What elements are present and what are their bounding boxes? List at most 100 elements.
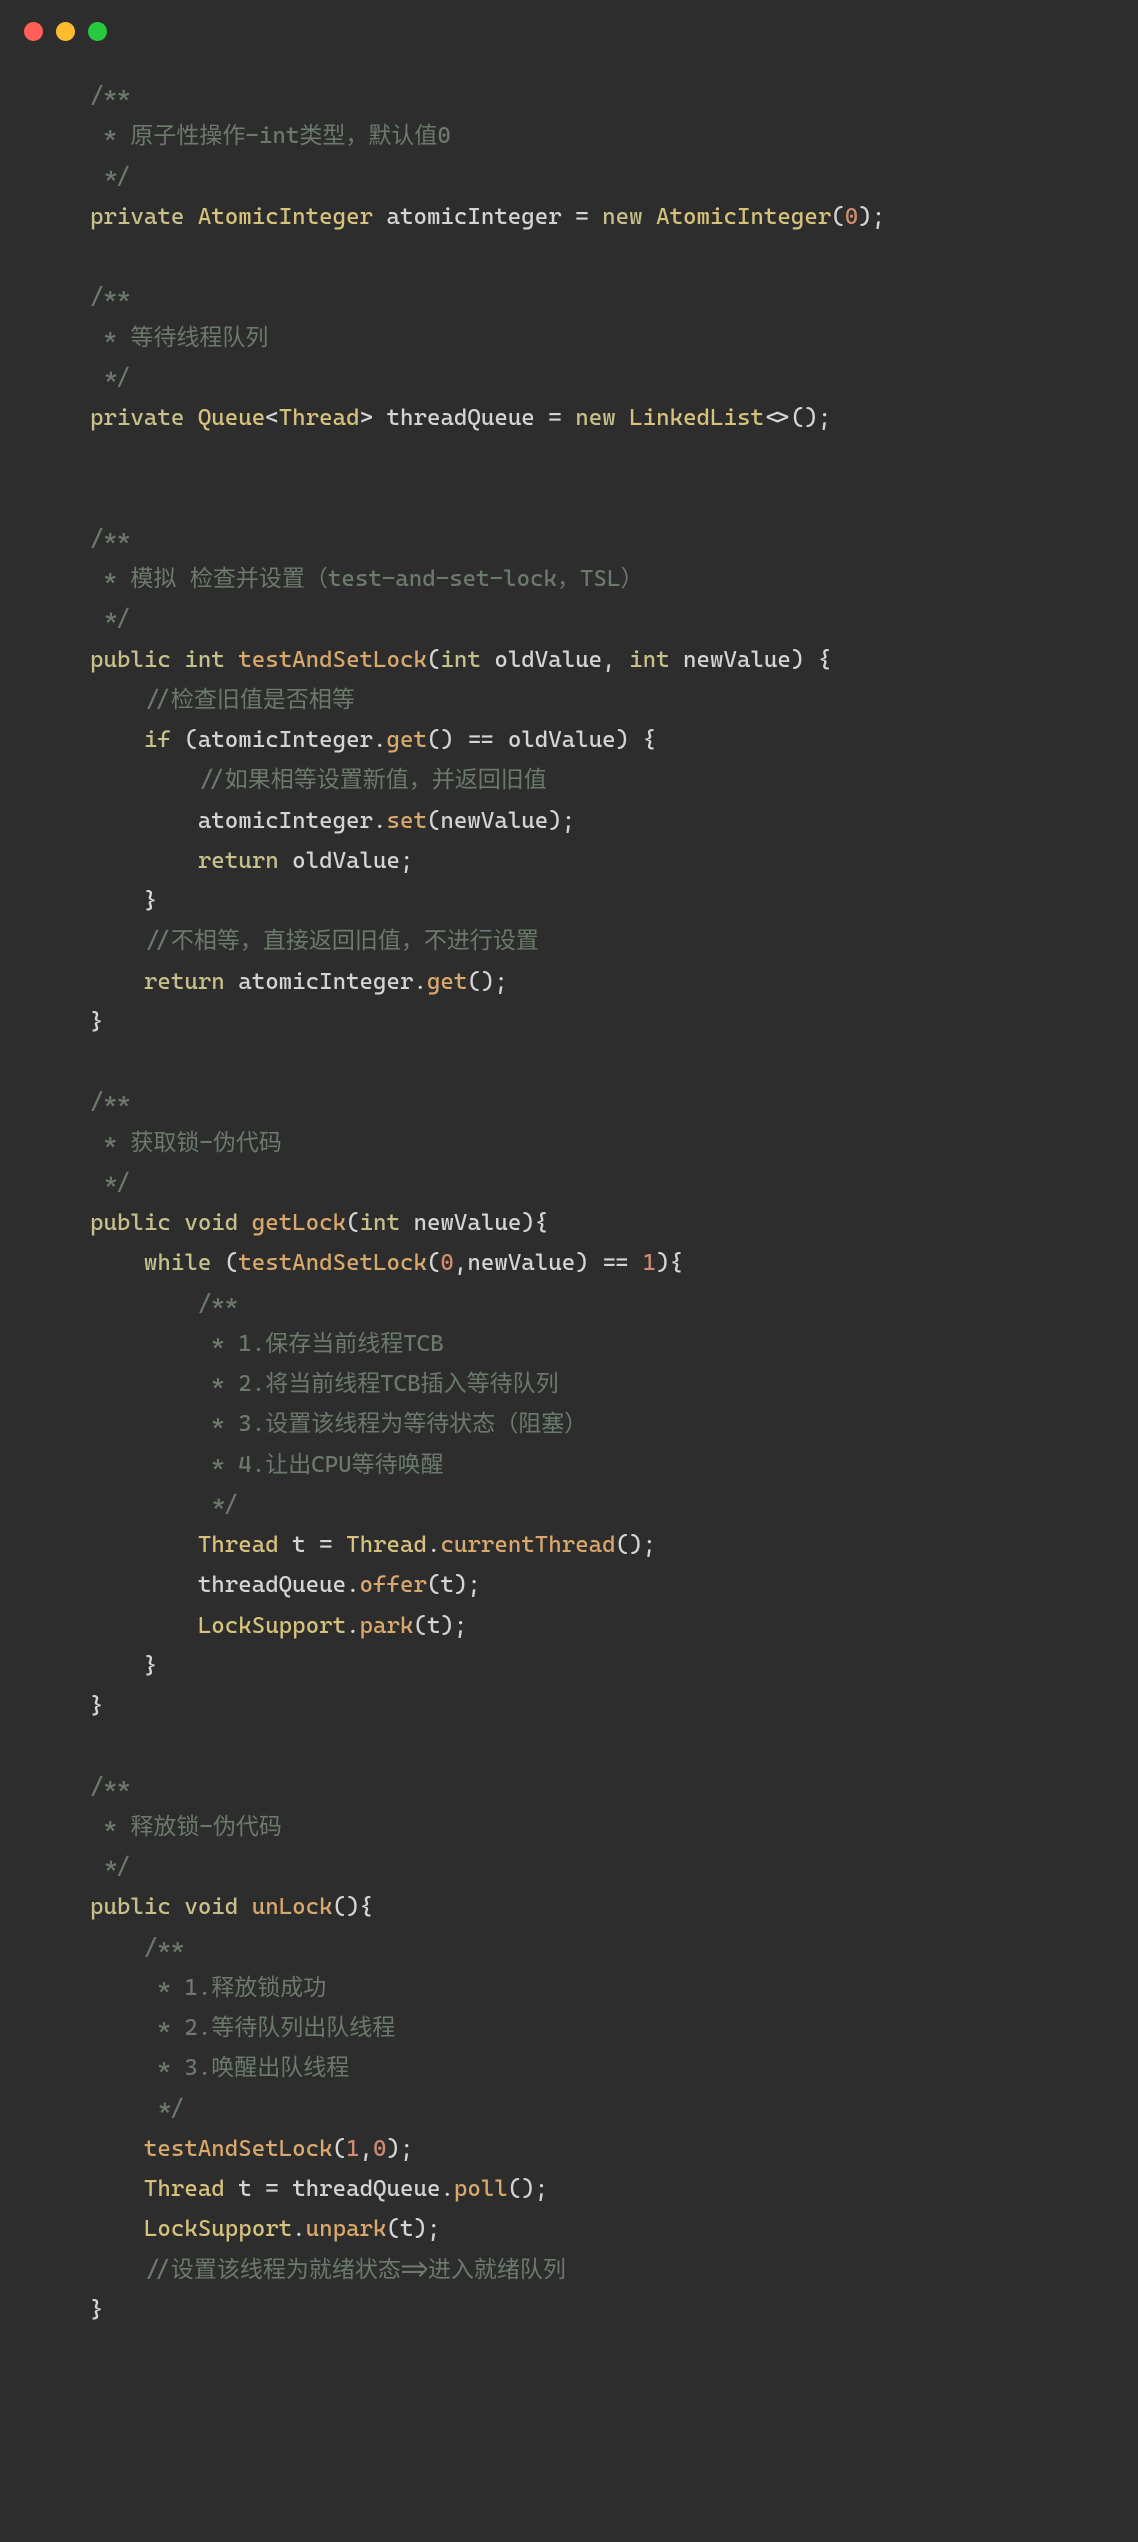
comment-line: * 2.等待队列出队线程: [90, 2015, 395, 2041]
type: Thread: [198, 1532, 279, 1558]
keyword: int: [360, 1210, 400, 1236]
generic-type: Thread: [279, 405, 360, 431]
comment-line: /**: [90, 1291, 238, 1317]
paren: (: [184, 727, 197, 753]
brace: }: [90, 888, 157, 914]
method-name: testAndSetLock: [238, 647, 427, 673]
paren: );: [387, 2136, 414, 2162]
paren: ();: [467, 969, 507, 995]
keyword: new: [575, 405, 615, 431]
keyword: int: [184, 647, 224, 673]
dot: .: [346, 1572, 359, 1598]
paren: (: [427, 647, 440, 673]
keyword: while: [144, 1250, 211, 1276]
paren: ();: [791, 405, 831, 431]
paren: (: [413, 1613, 426, 1639]
dot: .: [292, 2216, 305, 2242]
identifier: atomicInteger: [387, 204, 562, 230]
keyword: new: [602, 204, 642, 230]
type: Thread: [144, 2176, 225, 2202]
paren: (){: [333, 1894, 373, 1920]
identifier: threadQueue: [292, 2176, 440, 2202]
comma: ,: [454, 1250, 467, 1276]
paren: (: [225, 1250, 238, 1276]
keyword: private: [90, 405, 184, 431]
number: 0: [845, 204, 858, 230]
dot: .: [346, 1613, 359, 1639]
paren: (: [387, 2216, 400, 2242]
comment-line: * 1.保存当前线程TCB: [90, 1331, 444, 1357]
traffic-lights: [24, 22, 107, 41]
identifier: newValue: [467, 1250, 575, 1276]
comment-line: */: [90, 365, 130, 391]
dot: .: [427, 1532, 440, 1558]
keyword: return: [144, 969, 225, 995]
brace: }: [90, 1009, 103, 1035]
semi: ;: [400, 848, 413, 874]
identifier: threadQueue: [387, 405, 535, 431]
paren: (): [427, 727, 454, 753]
keyword: public: [90, 1210, 171, 1236]
operator: ==: [602, 1250, 629, 1276]
comment-line: //如果相等设置新值，并返回旧值: [90, 767, 547, 793]
identifier: t: [440, 1572, 453, 1598]
angle: <>: [764, 405, 791, 431]
comment-line: * 模拟 检查并设置（test-and-set-lock，TSL）: [90, 566, 643, 592]
method-call: park: [360, 1613, 414, 1639]
keyword: void: [184, 1894, 238, 1920]
method-call: currentThread: [440, 1532, 615, 1558]
comment-line: * 1.释放锁成功: [90, 1975, 326, 2001]
keyword: return: [198, 848, 279, 874]
comment-line: /**: [90, 284, 130, 310]
dot: .: [413, 969, 426, 995]
identifier: t: [238, 2176, 251, 2202]
close-icon[interactable]: [24, 22, 43, 41]
method-call: unpark: [306, 2216, 387, 2242]
keyword: void: [184, 1210, 238, 1236]
method-call: set: [387, 808, 427, 834]
method-call: get: [387, 727, 427, 753]
paren: ();: [508, 2176, 548, 2202]
code-block: /** * 原子性操作-int类型，默认值0 */ private Atomic…: [0, 0, 1138, 2370]
paren: (: [427, 1250, 440, 1276]
paren: (: [346, 1210, 359, 1236]
keyword: int: [440, 647, 480, 673]
comment-line: /**: [90, 526, 130, 552]
identifier: atomicInteger: [198, 808, 373, 834]
dot: .: [440, 2176, 453, 2202]
comment-line: //检查旧值是否相等: [90, 687, 355, 713]
number: 1: [346, 2136, 359, 2162]
keyword: if: [144, 727, 171, 753]
keyword: public: [90, 1894, 171, 1920]
operator: =: [548, 405, 561, 431]
keyword: public: [90, 647, 171, 673]
paren: (: [333, 2136, 346, 2162]
minimize-icon[interactable]: [56, 22, 75, 41]
number: 0: [373, 2136, 386, 2162]
keyword: int: [629, 647, 669, 673]
comment-line: */: [90, 1170, 130, 1196]
param: newValue: [683, 647, 791, 673]
maximize-icon[interactable]: [88, 22, 107, 41]
paren: );: [858, 204, 885, 230]
type: Queue: [198, 405, 265, 431]
type: LockSupport: [144, 2216, 292, 2242]
brace: {: [818, 647, 831, 673]
identifier: oldValue: [508, 727, 616, 753]
method-name: unLock: [252, 1894, 333, 1920]
number: 1: [643, 1250, 656, 1276]
identifier: t: [427, 1613, 440, 1639]
paren: );: [548, 808, 575, 834]
type: Thread: [346, 1532, 427, 1558]
paren: ){: [521, 1210, 548, 1236]
comment-line: * 4.让出CPU等待唤醒: [90, 1452, 444, 1478]
number: 0: [440, 1250, 453, 1276]
comment-line: //不相等，直接返回旧值，不进行设置: [90, 928, 539, 954]
identifier: oldValue: [292, 848, 400, 874]
method-name: getLock: [252, 1210, 346, 1236]
comma: ,: [602, 647, 615, 673]
type: AtomicInteger: [198, 204, 373, 230]
paren: (: [831, 204, 844, 230]
comment-line: */: [90, 2096, 184, 2122]
operator: ==: [467, 727, 494, 753]
